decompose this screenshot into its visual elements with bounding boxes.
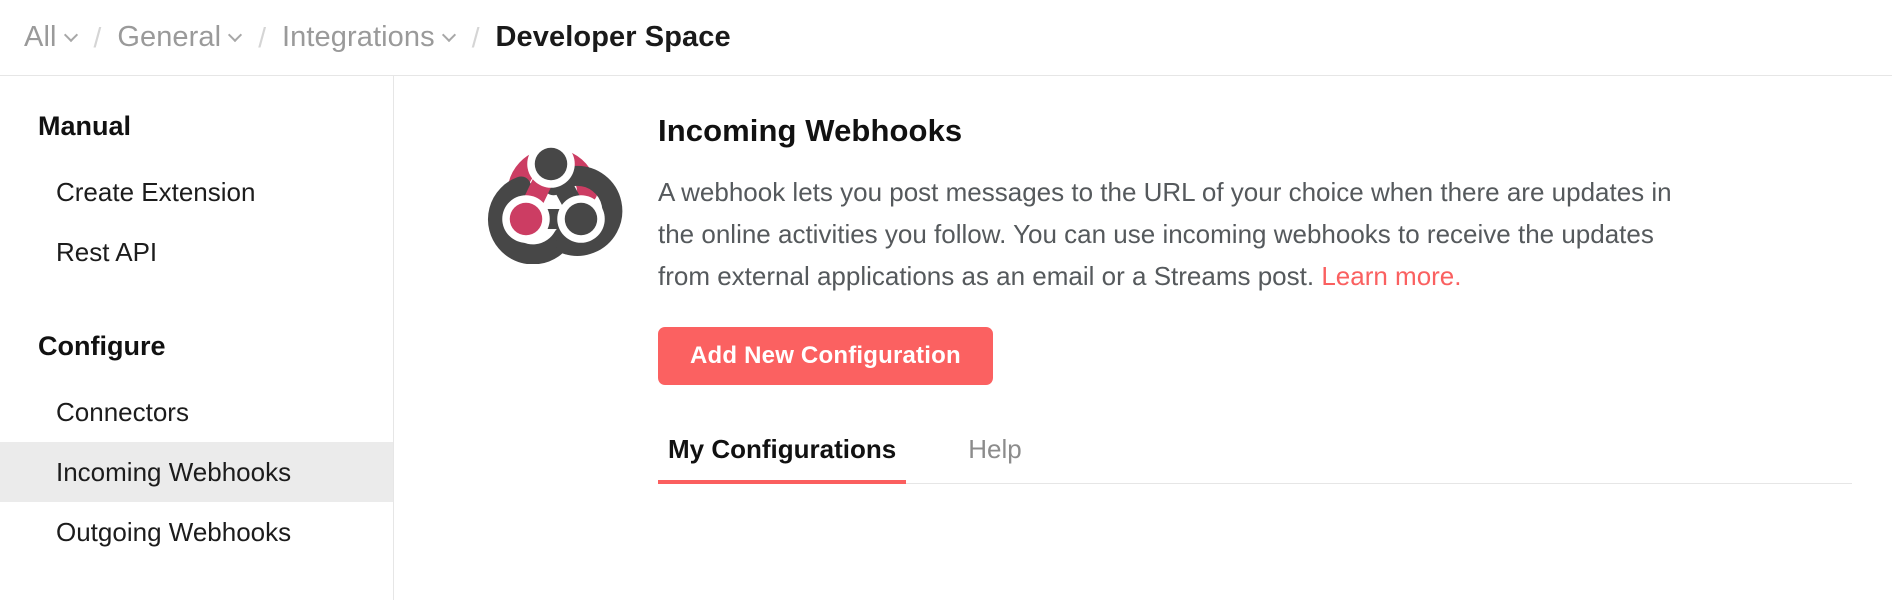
chevron-down-icon <box>65 29 78 42</box>
sidebar-item-label: Rest API <box>56 237 158 267</box>
tab-label: My Configurations <box>668 434 897 465</box>
panel-title: Incoming Webhooks <box>658 113 963 148</box>
panel-main: Incoming Webhooks A webhook lets you pos… <box>658 110 1852 484</box>
chevron-down-icon <box>229 29 242 42</box>
breadcrumb-separator-2: / <box>258 21 266 53</box>
add-new-configuration-button[interactable]: Add New Configuration <box>658 327 993 386</box>
body-split: Manual Create Extension Rest API Configu… <box>0 76 1892 600</box>
breadcrumb-item-current-group: Developer Space <box>496 23 731 52</box>
panel-description: A webhook lets you post messages to the … <box>658 171 1678 297</box>
sidebar-item-rest-api[interactable]: Rest API <box>0 222 393 282</box>
tab-my-configurations[interactable]: My Configurations <box>658 433 907 484</box>
app-root: All / General / Integrations / Developer… <box>0 0 1892 600</box>
sidebar-section-heading-manual: Manual <box>38 111 132 141</box>
sidebar-item-label: Incoming Webhooks <box>56 457 292 487</box>
breadcrumb-item-integrations-label: Integrations <box>281 21 435 53</box>
sidebar-item-create-extension[interactable]: Create Extension <box>0 162 393 222</box>
tab-label: Help <box>968 434 1022 465</box>
sidebar-item-connectors[interactable]: Connectors <box>0 382 393 442</box>
learn-more-link[interactable]: Learn more. <box>1321 261 1461 291</box>
breadcrumb-item-developer-space: Developer Space <box>496 23 731 52</box>
sidebar-item-outgoing-webhooks[interactable]: Outgoing Webhooks <box>0 502 393 562</box>
breadcrumb-item-all-label: All <box>24 21 57 53</box>
page-title: Developer Space <box>495 21 731 53</box>
tab-bar: My Configurations Help <box>658 433 1852 484</box>
main-content: Incoming Webhooks A webhook lets you pos… <box>394 76 1892 600</box>
sidebar-item-incoming-webhooks[interactable]: Incoming Webhooks <box>0 442 393 502</box>
sidebar-section-heading-configure: Configure <box>38 331 166 361</box>
incoming-webhooks-panel: Incoming Webhooks A webhook lets you pos… <box>476 110 1852 484</box>
sidebar-item-label: Connectors <box>56 397 189 427</box>
sidebar: Manual Create Extension Rest API Configu… <box>0 76 394 600</box>
sidebar-item-label: Outgoing Webhooks <box>56 517 292 547</box>
breadcrumb-item-general-group: General <box>117 23 242 52</box>
chevron-down-icon <box>443 29 456 42</box>
breadcrumb-item-all[interactable]: All <box>24 23 78 52</box>
webhook-logo-icon <box>476 114 626 269</box>
breadcrumb: All / General / Integrations / Developer… <box>0 0 1892 76</box>
breadcrumb-separator-1: / <box>93 21 102 53</box>
panel-description-text: A webhook lets you post messages to the … <box>658 177 1672 292</box>
breadcrumb-item-general[interactable]: General <box>117 23 242 52</box>
breadcrumb-item-general-label: General <box>117 21 222 53</box>
breadcrumb-item-integrations-group: Integrations <box>282 23 456 52</box>
tab-help[interactable]: Help <box>958 433 1031 484</box>
breadcrumb-item-all-group: All <box>24 23 78 52</box>
sidebar-item-label: Create Extension <box>56 177 256 207</box>
breadcrumb-item-integrations[interactable]: Integrations <box>282 23 456 52</box>
breadcrumb-separator-3: / <box>471 21 480 53</box>
